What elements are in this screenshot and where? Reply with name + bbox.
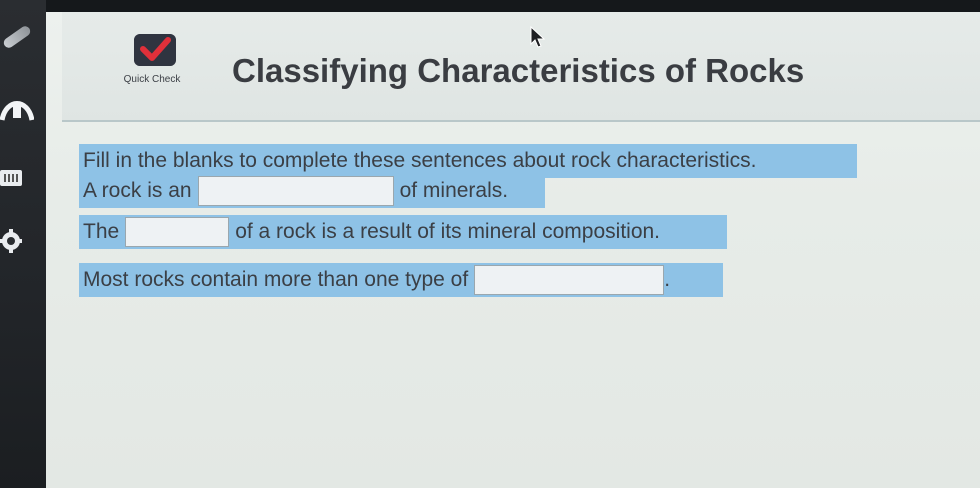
gear-icon[interactable] <box>0 228 26 254</box>
sentence-3-before: Most rocks contain more than one type of <box>83 268 469 291</box>
blank-2-input[interactable] <box>125 217 230 247</box>
arrow-cursor-icon <box>530 26 546 48</box>
sentence-2-after: of a rock is a result of its mineral com… <box>235 220 661 243</box>
quick-check-label: Quick Check <box>123 74 181 85</box>
sentence-2: The of a rock is a result of its mineral… <box>79 215 727 249</box>
sentence-3-after: . <box>664 268 671 291</box>
top-bezel <box>0 0 980 12</box>
sentence-1: A rock is an of minerals. <box>79 174 545 208</box>
quick-check-badge: Quick Check <box>122 28 182 108</box>
side-toolbar <box>0 0 46 488</box>
quick-check-page: Quick Check Classifying Characteristics … <box>46 12 980 488</box>
page-title: Classifying Characteristics of Rocks <box>232 52 805 89</box>
sentence-1-after: of minerals. <box>399 179 509 202</box>
sentence-1-before: A rock is an <box>83 179 192 202</box>
instructions: Fill in the blanks to complete these sen… <box>79 144 857 178</box>
sentence-2-before: The <box>83 220 120 243</box>
ruler-icon[interactable] <box>0 170 22 186</box>
arc-tool-icon[interactable] <box>0 94 34 122</box>
pen-icon[interactable] <box>1 24 33 50</box>
blank-1-input[interactable] <box>197 176 394 206</box>
screen: Quick Check Classifying Characteristics … <box>0 0 980 488</box>
blank-3-input[interactable] <box>474 265 665 295</box>
page-header: Quick Check Classifying Characteristics … <box>62 12 980 122</box>
instructions-text: Fill in the blanks to complete these sen… <box>83 149 757 172</box>
checkmark-icon <box>134 34 176 66</box>
sentence-3: Most rocks contain more than one type of… <box>79 263 723 297</box>
